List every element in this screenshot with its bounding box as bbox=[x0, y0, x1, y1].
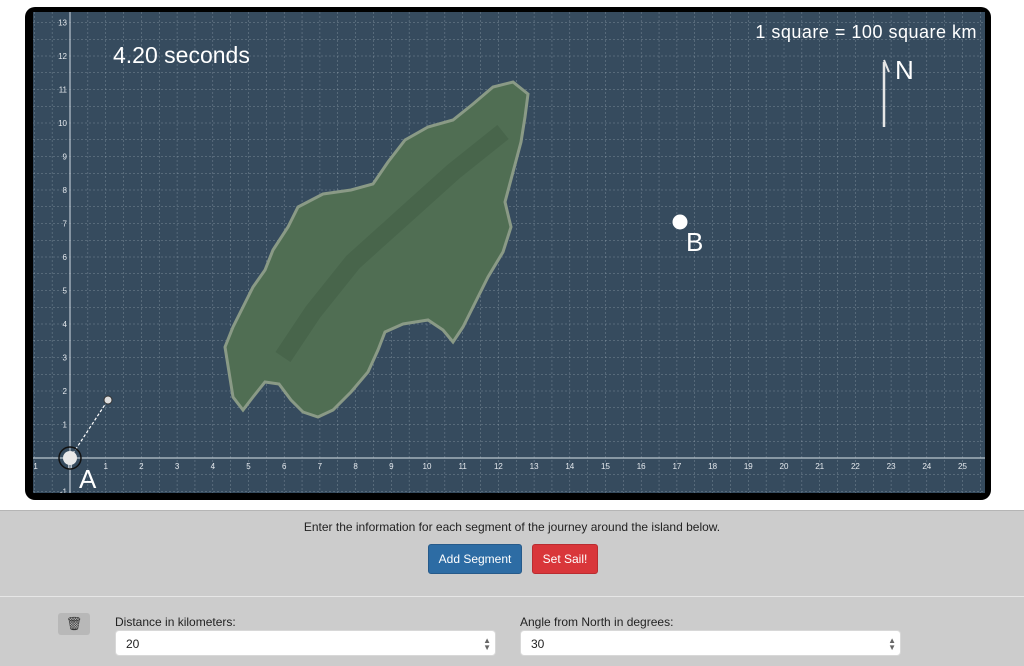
x-tick-label: 11 bbox=[459, 462, 468, 471]
y-tick-label: 6 bbox=[63, 253, 68, 262]
x-tick-label: 5 bbox=[246, 462, 251, 471]
angle-input[interactable]: 30 ▲ ▼ bbox=[520, 630, 901, 656]
x-tick-label: 17 bbox=[672, 462, 681, 471]
y-tick-label: 7 bbox=[63, 220, 68, 229]
y-tick-label: 5 bbox=[63, 287, 68, 296]
x-tick-label: 24 bbox=[922, 462, 931, 471]
distance-input[interactable]: 20 ▲ ▼ bbox=[115, 630, 496, 656]
x-tick-label: 14 bbox=[565, 462, 574, 471]
angle-stepper-icon[interactable]: ▲ ▼ bbox=[888, 637, 896, 652]
elapsed-timer: 4.20 seconds bbox=[113, 42, 250, 68]
set-sail-button[interactable]: Set Sail! bbox=[532, 544, 598, 574]
segment-end-handle[interactable] bbox=[103, 395, 113, 405]
x-tick-label: 7 bbox=[318, 462, 323, 471]
x-tick-label: 19 bbox=[744, 462, 753, 471]
point-a-label: A bbox=[79, 464, 97, 493]
instructions-text: Enter the information for each segment o… bbox=[303, 520, 721, 534]
x-tick-label: 15 bbox=[601, 462, 610, 471]
x-tick-label: 23 bbox=[887, 462, 896, 471]
x-tick-label: 18 bbox=[708, 462, 717, 471]
x-tick-label: -1 bbox=[33, 462, 38, 471]
y-tick-label: -1 bbox=[60, 488, 68, 494]
y-tick-label: 1 bbox=[63, 421, 68, 430]
y-tick-label: 10 bbox=[58, 119, 67, 128]
x-tick-label: 13 bbox=[530, 462, 539, 471]
distance-value: 20 bbox=[126, 637, 140, 651]
map-grid: -101234567891011121314151617181920212223… bbox=[33, 12, 985, 493]
control-bar: Enter the information for each segment o… bbox=[0, 510, 1024, 596]
x-tick-label: 6 bbox=[282, 462, 287, 471]
y-tick-label: 12 bbox=[58, 52, 67, 61]
x-tick-label: 25 bbox=[958, 462, 967, 471]
x-tick-label: 2 bbox=[139, 462, 144, 471]
y-tick-label: 3 bbox=[63, 354, 68, 363]
trash-icon[interactable]: 🗑 bbox=[58, 613, 90, 635]
y-tick-label: 11 bbox=[59, 86, 68, 95]
scale-legend: 1 square = 100 square km bbox=[755, 22, 977, 42]
y-tick-label: 8 bbox=[63, 186, 68, 195]
angle-label: Angle from North in degrees: bbox=[520, 615, 674, 629]
distance-stepper-icon[interactable]: ▲ ▼ bbox=[483, 637, 491, 652]
y-tick-label: 13 bbox=[58, 19, 67, 28]
x-tick-label: 9 bbox=[389, 462, 394, 471]
x-tick-label: 1 bbox=[103, 462, 108, 471]
x-tick-label: 21 bbox=[815, 462, 824, 471]
segment-row: 🗑 Distance in kilometers: 20 ▲ ▼ Angle fr… bbox=[0, 596, 1024, 666]
map-canvas[interactable]: -101234567891011121314151617181920212223… bbox=[33, 12, 985, 493]
point-b-label: B bbox=[686, 227, 704, 257]
add-segment-button[interactable]: Add Segment bbox=[428, 544, 522, 574]
distance-label: Distance in kilometers: bbox=[115, 615, 236, 629]
x-tick-label: 4 bbox=[211, 462, 216, 471]
y-tick-label: 4 bbox=[63, 320, 68, 329]
angle-value: 30 bbox=[531, 637, 545, 651]
y-tick-label: 9 bbox=[63, 153, 68, 162]
x-tick-label: 12 bbox=[494, 462, 503, 471]
north-label: N bbox=[895, 55, 914, 85]
x-tick-label: 22 bbox=[851, 462, 860, 471]
x-tick-label: 16 bbox=[637, 462, 646, 471]
x-tick-label: 10 bbox=[423, 462, 432, 471]
x-tick-label: 3 bbox=[175, 462, 180, 471]
y-tick-label: 2 bbox=[63, 387, 68, 396]
point-a-dot bbox=[63, 451, 77, 465]
x-tick-label: 8 bbox=[353, 462, 358, 471]
x-tick-label: 20 bbox=[780, 462, 789, 471]
